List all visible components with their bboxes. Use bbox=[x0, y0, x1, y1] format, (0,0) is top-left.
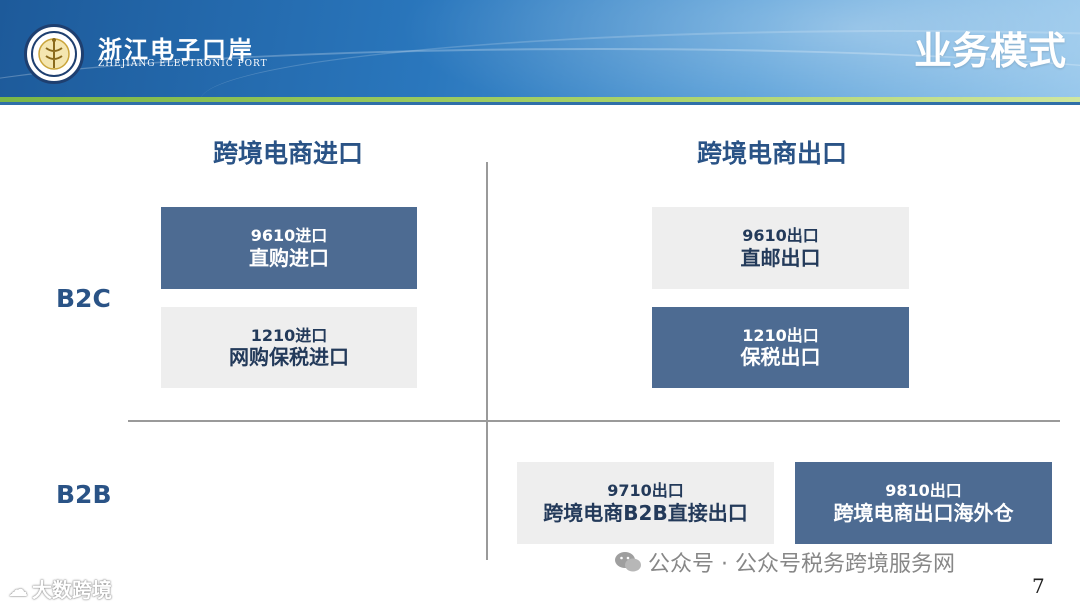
watermark-right-text: 公众号 · 公众号税务跨境服务网 bbox=[648, 552, 955, 577]
wechat-icon bbox=[615, 552, 641, 572]
page-number: 7 bbox=[1032, 574, 1045, 598]
column-header-import: 跨境电商进口 bbox=[212, 139, 363, 168]
logo-text-en: ZHEJIANG ELECTRONIC PORT bbox=[98, 59, 268, 69]
box-code: 9610进口 bbox=[250, 226, 328, 246]
port-emblem-icon bbox=[24, 24, 84, 84]
watermark-logo-icon: ☁ bbox=[8, 576, 28, 601]
row-label-b2b: B2B bbox=[56, 480, 112, 509]
box-name: 网购保税进口 bbox=[229, 345, 349, 370]
header-divider-stripe bbox=[0, 102, 1080, 105]
box-name: 保税出口 bbox=[740, 345, 821, 370]
box-name: 直购进口 bbox=[249, 245, 329, 270]
box-code: 1210出口 bbox=[742, 325, 819, 345]
header-banner: 浙江电子口岸 ZHEJIANG ELECTRONIC PORT 业务模式 bbox=[0, 0, 1080, 97]
watermark-left: ☁ 大数跨境 bbox=[8, 574, 112, 603]
box-code: 9610出口 bbox=[742, 226, 819, 246]
box-code: 9810出口 bbox=[885, 481, 962, 501]
vertical-divider bbox=[486, 162, 488, 560]
horizontal-divider bbox=[128, 420, 1060, 422]
box-9810-export: 9810出口 跨境电商出口海外仓 bbox=[795, 462, 1052, 544]
box-code: 1210进口 bbox=[250, 325, 328, 345]
row-label-b2c: B2C bbox=[56, 284, 111, 313]
box-name: 直邮出口 bbox=[740, 245, 821, 270]
box-1210-export: 1210出口 保税出口 bbox=[652, 307, 909, 388]
box-9610-import: 9610进口 直购进口 bbox=[161, 207, 417, 289]
watermark-left-text: 大数跨境 bbox=[32, 578, 112, 602]
column-header-export: 跨境电商出口 bbox=[696, 139, 847, 168]
box-9710-export: 9710出口 跨境电商B2B直接出口 bbox=[517, 462, 774, 544]
box-9610-export: 9610出口 直邮出口 bbox=[652, 207, 909, 289]
slide-title: 业务模式 bbox=[913, 29, 1066, 73]
box-name: 跨境电商出口海外仓 bbox=[833, 500, 1014, 525]
box-1210-import: 1210进口 网购保税进口 bbox=[161, 307, 417, 388]
box-code: 9710出口 bbox=[607, 481, 684, 501]
watermark-right: 公众号 · 公众号税务跨境服务网 bbox=[614, 546, 955, 578]
box-name: 跨境电商B2B直接出口 bbox=[543, 500, 748, 525]
